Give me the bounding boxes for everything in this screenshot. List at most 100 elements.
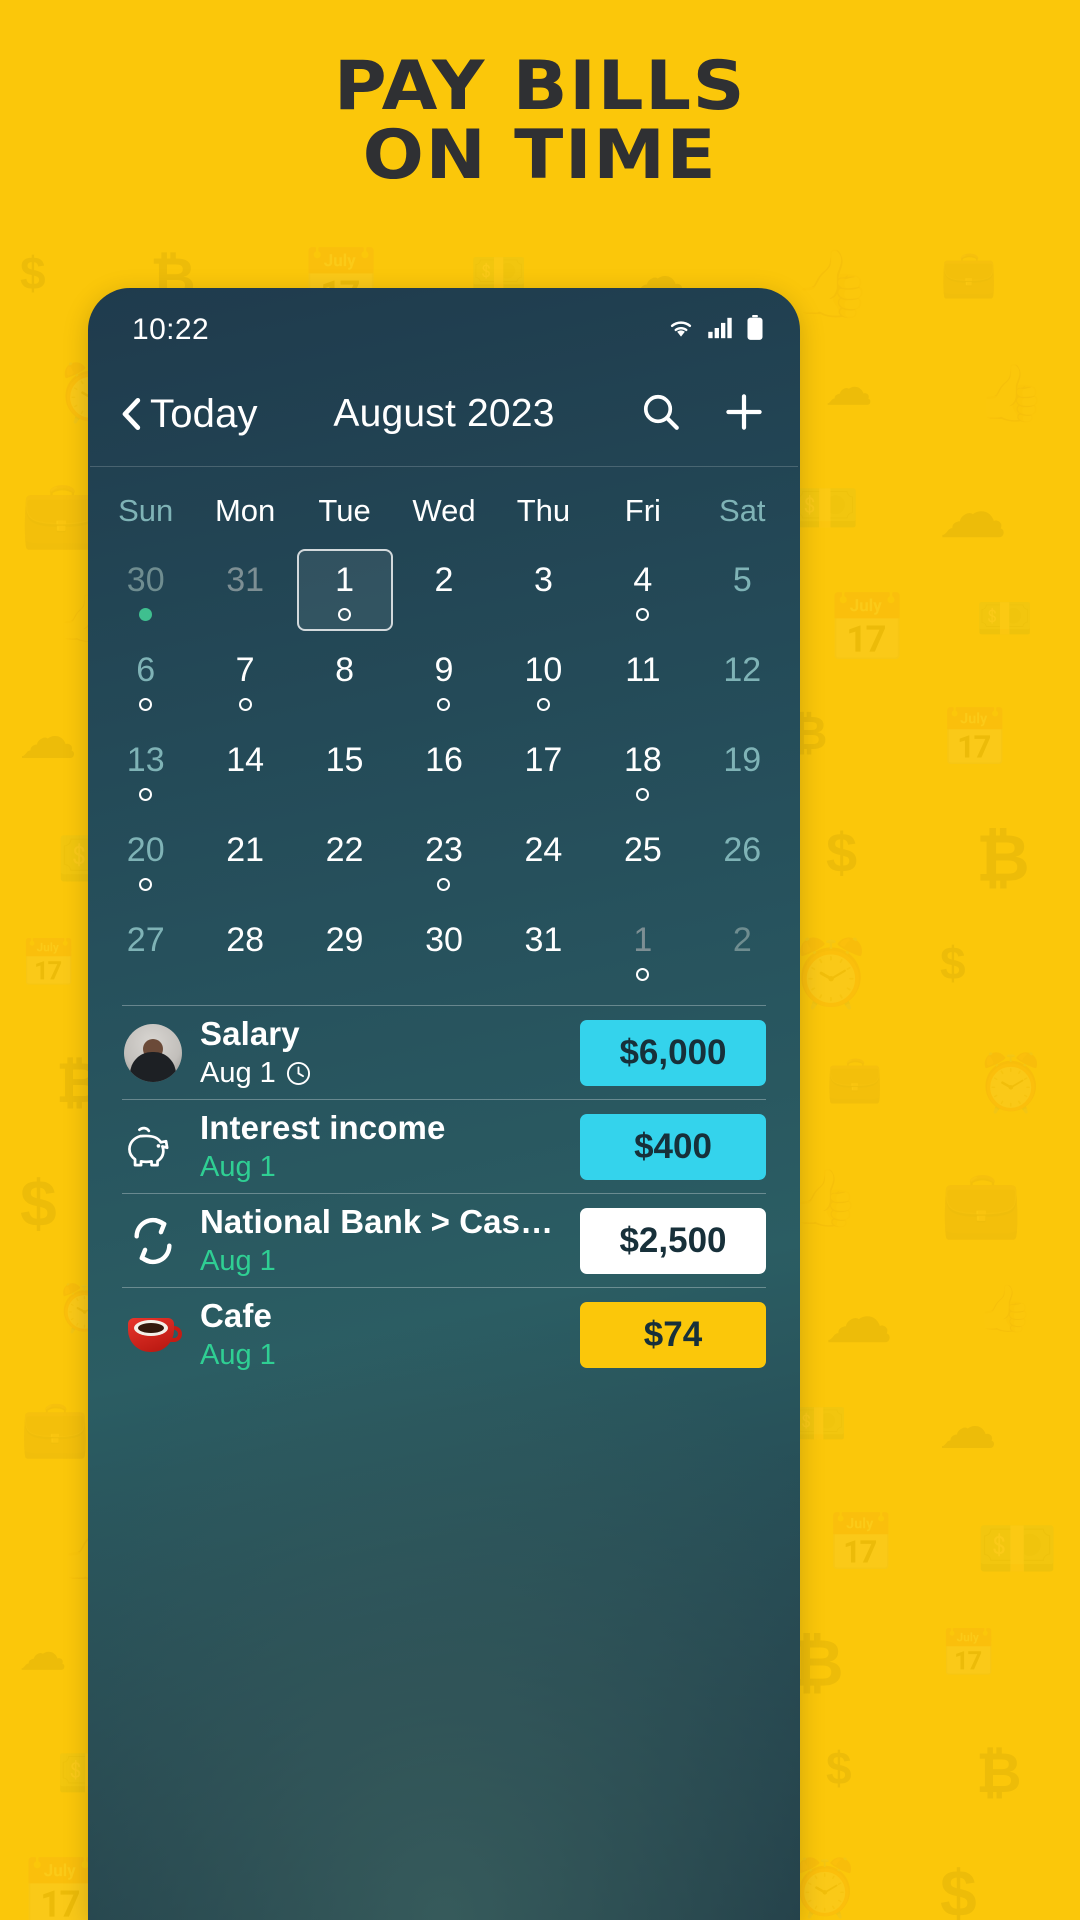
calendar-week-row: 20 21 22 23 24 25 26 [96, 817, 792, 903]
person-avatar-icon [122, 1022, 184, 1084]
transaction-row[interactable]: National Bank > Cash Euro Aug 1 $2,500 [122, 1193, 766, 1287]
transaction-amount-chip[interactable]: $2,500 [580, 1207, 766, 1274]
day-event-marker [139, 878, 153, 891]
calendar-day-cell[interactable]: 3 [494, 547, 593, 633]
calendar-day-cell[interactable]: 26 [693, 817, 792, 903]
calendar-day-cell[interactable]: 14 [195, 727, 294, 813]
calendar-day-number: 31 [524, 921, 563, 959]
calendar-day-cell[interactable]: 13 [96, 727, 195, 813]
watermark-glyph: ☁ [826, 362, 872, 414]
calendar-day-cell[interactable]: 16 [394, 727, 493, 813]
calendar-day-cell[interactable]: 10 [494, 637, 593, 723]
calendar-day-cell[interactable]: 5 [693, 547, 792, 633]
back-to-today-button[interactable]: Today [118, 392, 258, 437]
day-event-marker [636, 788, 650, 801]
transaction-date-row: Aug 1 [200, 1151, 566, 1184]
transaction-amount-chip[interactable]: $6,000 [580, 1019, 766, 1086]
transaction-title: Salary [200, 1015, 300, 1052]
transaction-row[interactable]: Cafe Aug 1 $74 [122, 1287, 766, 1381]
watermark-glyph: 💵 [790, 476, 860, 539]
calendar-day-cell[interactable]: 30 [394, 907, 493, 993]
calendar-day-cell[interactable]: 31 [494, 907, 593, 993]
coffee-cup-icon [122, 1304, 184, 1366]
promo-headline: PAY BILLS ON TIME [0, 52, 1080, 191]
calendar-day-cell[interactable]: 2 [693, 907, 792, 993]
calendar-week-row: 27 28 29 30 31 1 2 [96, 907, 792, 993]
chevron-left-icon [118, 397, 144, 431]
calendar-day-cell[interactable]: 8 [295, 637, 394, 723]
calendar-day-cell[interactable]: 25 [593, 817, 692, 903]
calendar-day-cell[interactable]: 9 [394, 637, 493, 723]
calendar-day-cell[interactable]: 18 [593, 727, 692, 813]
watermark-glyph: 💼 [940, 247, 998, 299]
weekday-label-wed: Wed [412, 493, 476, 528]
calendar-day-cell[interactable]: 17 [494, 727, 593, 813]
status-time: 10:22 [132, 313, 210, 346]
calendar-day-cell[interactable]: 11 [593, 637, 692, 723]
calendar-day-cell[interactable]: 12 [693, 637, 792, 723]
watermark-glyph: 📅 [940, 1627, 998, 1679]
calendar-day-number: 20 [126, 831, 165, 869]
calendar-day-cell[interactable]: 1 [295, 547, 394, 633]
calendar-day-cell[interactable]: 15 [295, 727, 394, 813]
calendar-day-number: 27 [126, 921, 165, 959]
transaction-title: Cafe [200, 1297, 272, 1334]
watermark-glyph: 💼 [826, 1052, 884, 1104]
calendar-day-number: 14 [226, 741, 265, 779]
day-event-marker [536, 698, 550, 711]
calendar-day-number: 9 [434, 651, 454, 689]
status-icons [666, 314, 764, 346]
day-event-marker [139, 608, 153, 621]
calendar-day-number: 6 [136, 651, 156, 689]
calendar-day-cell[interactable]: 27 [96, 907, 195, 993]
transaction-date-row: Aug 1 [200, 1339, 566, 1372]
transaction-row[interactable]: Interest income Aug 1 $400 [122, 1099, 766, 1193]
calendar-day-cell[interactable]: 24 [494, 817, 593, 903]
watermark-glyph: 📅 [940, 706, 1010, 769]
watermark-glyph: ₿ [976, 1741, 1022, 1804]
calendar-day-number: 4 [633, 561, 653, 599]
calendar-day-cell[interactable]: 28 [195, 907, 294, 993]
back-label: Today [150, 391, 258, 436]
calendar-day-cell[interactable]: 2 [394, 547, 493, 633]
phone-mockup: 10:22 Today August 2023 Sun Mon Tue Wed … [88, 288, 800, 1920]
plus-icon[interactable] [722, 390, 766, 439]
calendar-day-cell[interactable]: 4 [593, 547, 692, 633]
transaction-amount-chip[interactable]: $74 [580, 1301, 766, 1368]
calendar-day-cell[interactable]: 22 [295, 817, 394, 903]
calendar-day-number: 30 [126, 561, 165, 599]
watermark-glyph: $ [940, 1856, 977, 1920]
calendar-day-number: 13 [126, 741, 165, 779]
watermark-glyph: 📅 [826, 1511, 896, 1574]
weekday-label-sun: Sun [118, 493, 174, 528]
calendar-day-cell[interactable]: 20 [96, 817, 195, 903]
coffee-cup-graphic [124, 1306, 182, 1364]
watermark-glyph: 💵 [976, 592, 1034, 644]
calendar-day-number: 3 [533, 561, 553, 599]
calendar-day-number: 1 [335, 561, 355, 599]
calendar-grid: Sun Mon Tue Wed Thu Fri Sat 30 31 1 2 3 4 5 6 7 8 9 10 11 1… [88, 467, 800, 993]
calendar-day-cell[interactable]: 6 [96, 637, 195, 723]
calendar-day-cell[interactable]: 29 [295, 907, 394, 993]
transaction-body: Salary Aug 1 [200, 1015, 566, 1090]
calendar-day-cell[interactable]: 7 [195, 637, 294, 723]
calendar-day-number: 17 [524, 741, 563, 779]
calendar-day-number: 23 [425, 831, 463, 869]
calendar-day-cell[interactable]: 30 [96, 547, 195, 633]
calendar-day-cell[interactable]: 23 [394, 817, 493, 903]
transaction-row[interactable]: Salary Aug 1 $6,000 [122, 1005, 766, 1099]
calendar-day-cell[interactable]: 31 [195, 547, 294, 633]
calendar-day-cell[interactable]: 19 [693, 727, 792, 813]
calendar-day-cell[interactable]: 1 [593, 907, 692, 993]
calendar-day-number: 7 [235, 651, 255, 689]
transaction-date-row: Aug 1 [200, 1245, 566, 1278]
search-icon[interactable] [640, 391, 682, 438]
transaction-amount-chip[interactable]: $400 [580, 1113, 766, 1180]
weekday-label-tue: Tue [318, 493, 371, 528]
transaction-date: Aug 1 [200, 1057, 276, 1089]
day-event-marker [636, 608, 650, 621]
day-event-marker [338, 608, 352, 621]
calendar-day-cell[interactable]: 21 [195, 817, 294, 903]
headline-line-2: ON TIME [362, 116, 718, 196]
calendar-day-number: 2 [434, 561, 454, 599]
